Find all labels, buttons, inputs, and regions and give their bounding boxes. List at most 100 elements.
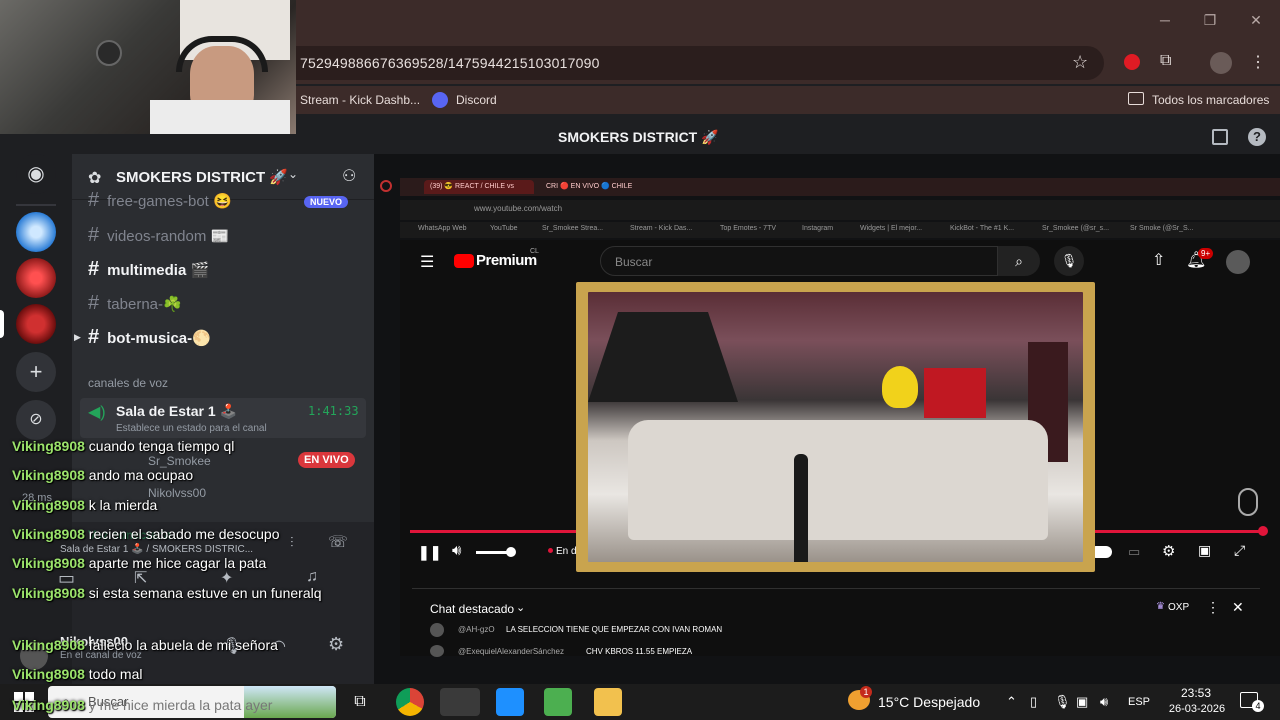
channel-item[interactable]: # free-games-bot 😆 bbox=[88, 190, 232, 214]
extension-icon[interactable] bbox=[1124, 54, 1140, 70]
inner-bookmarks: WhatsApp Web YouTube Sr_Smokee Strea... … bbox=[400, 222, 1280, 238]
profile-avatar[interactable] bbox=[1210, 52, 1232, 74]
channel-item[interactable]: # multimedia 🎬 bbox=[88, 254, 209, 284]
noise-icon[interactable]: ⫶ bbox=[290, 534, 294, 551]
fullscreen-icon[interactable]: ⤢ bbox=[1234, 542, 1245, 559]
progress-handle[interactable] bbox=[1258, 526, 1268, 536]
explore-icon[interactable]: ⊘ bbox=[16, 400, 56, 440]
all-bookmarks[interactable]: Todos los marcadores bbox=[1152, 86, 1269, 114]
chat-user: Viking8908 bbox=[12, 637, 85, 653]
help-icon[interactable]: ? bbox=[1248, 128, 1266, 146]
add-server-icon[interactable]: + bbox=[16, 352, 56, 392]
chat-text: fallecio la abuela de mi señora bbox=[88, 637, 278, 653]
avatar[interactable] bbox=[1226, 250, 1250, 274]
channel-item[interactable]: # taberna-☘️ bbox=[88, 288, 182, 318]
tray-icon[interactable]: ▯ bbox=[1030, 684, 1037, 720]
hood-shape bbox=[588, 312, 738, 402]
avatar bbox=[430, 645, 444, 657]
chat-user: Viking8908 bbox=[12, 697, 85, 713]
subtitles-icon[interactable]: ▭ bbox=[1128, 544, 1140, 560]
minimize-icon[interactable]: ─ bbox=[1155, 10, 1175, 30]
menu-icon[interactable]: ⋮ bbox=[1250, 52, 1266, 72]
inner-tab[interactable]: CRI 🔴 EN VIVO 🔵 CHILE bbox=[540, 180, 650, 194]
new-badge: NUEVO bbox=[304, 196, 349, 208]
volume-icon[interactable]: 🔊︎ bbox=[1100, 684, 1108, 720]
search-icon[interactable]: ⌕ bbox=[998, 246, 1040, 276]
settings-icon[interactable]: ⚙ bbox=[1162, 542, 1175, 560]
address-bar[interactable]: 752949886676369528/1475944215103017090 bbox=[296, 46, 1104, 80]
member-name[interactable]: Sr_Smokee bbox=[148, 454, 211, 468]
server-icon[interactable] bbox=[16, 212, 56, 252]
folder-icon bbox=[1128, 92, 1144, 105]
weather-badge: 1 bbox=[860, 686, 872, 698]
voice-search-icon[interactable]: 🎙︎ bbox=[1054, 246, 1084, 276]
channel-item[interactable]: # bot-musica-🌕 bbox=[88, 322, 211, 352]
obs-icon[interactable] bbox=[440, 688, 480, 716]
live-badge: EN VIVO bbox=[298, 452, 355, 468]
video-content[interactable] bbox=[588, 292, 1083, 562]
bookmarks-bar: Stream - Kick Dashb... Discord Todos los… bbox=[296, 86, 1280, 114]
tray-chevron-icon[interactable]: ⌃ bbox=[1006, 684, 1017, 720]
channel-item[interactable]: # videos-random 📰 bbox=[88, 220, 229, 250]
inner-tab[interactable]: (39) 😎 REACT / CHILE vs bbox=[424, 180, 534, 194]
hamburger-icon[interactable]: ☰ bbox=[420, 252, 434, 272]
voice-category[interactable]: canales de voz bbox=[88, 376, 168, 390]
microphone-icon[interactable]: 🎙︎ bbox=[1054, 684, 1071, 720]
soundboard-icon[interactable]: ♫ bbox=[306, 568, 318, 586]
search-input[interactable]: Buscar bbox=[600, 246, 998, 276]
maximize-icon[interactable]: ❐ bbox=[1200, 10, 1220, 30]
avatar bbox=[430, 623, 444, 637]
voice-timer: 1:41:33 bbox=[308, 404, 359, 418]
bookmark-kick[interactable]: Stream - Kick Dashb... bbox=[300, 86, 420, 114]
chat-user: Viking8908 bbox=[12, 526, 85, 542]
server-smokers[interactable] bbox=[16, 304, 56, 344]
invite-icon[interactable]: ⚇ bbox=[342, 166, 356, 186]
minecraft-icon[interactable] bbox=[544, 688, 572, 716]
task-view-icon[interactable]: ⧉ bbox=[346, 688, 374, 716]
youtube-logo[interactable]: Premium bbox=[476, 252, 537, 269]
server-icon[interactable] bbox=[16, 258, 56, 298]
youtube-logo-icon bbox=[454, 254, 474, 268]
clock-time[interactable]: 23:53 bbox=[1166, 686, 1226, 700]
discord-home-icon[interactable]: ◉ bbox=[16, 154, 56, 194]
inner-bookmark: Stream - Kick Das... bbox=[630, 225, 693, 232]
language[interactable]: ESP bbox=[1128, 684, 1150, 720]
inbox-icon[interactable] bbox=[1212, 129, 1228, 145]
voice-channel[interactable]: ◀) Sala de Estar 1 🕹️ 1:41:33 Establece … bbox=[80, 398, 366, 438]
voice-status: Establece un estado para el canal bbox=[116, 423, 267, 434]
pause-icon[interactable]: ❚❚ bbox=[418, 544, 441, 561]
speaker-icon: ◀) bbox=[88, 404, 106, 421]
extensions-icon[interactable]: ⧉ bbox=[1160, 52, 1180, 72]
discord-icon bbox=[432, 92, 448, 108]
chrome-icon[interactable] bbox=[396, 688, 424, 716]
close-icon[interactable]: ✕ bbox=[1232, 599, 1244, 616]
inner-bookmark: WhatsApp Web bbox=[418, 225, 467, 232]
voice-panel-channel: Sala de Estar 1 🕹️ / SMOKERS DISTRIC... bbox=[60, 544, 254, 555]
disconnect-icon[interactable]: ☏ bbox=[328, 532, 348, 552]
volume-handle[interactable] bbox=[506, 547, 516, 557]
bookmark-discord[interactable]: Discord bbox=[456, 86, 497, 114]
window-title: SMOKERS DISTRICT 🚀 bbox=[558, 129, 719, 145]
volume-slider[interactable] bbox=[476, 551, 508, 554]
close-icon[interactable]: ✕ bbox=[1246, 10, 1266, 30]
settings-icon[interactable]: ⚙ bbox=[328, 634, 344, 655]
inner-bookmark: KickBot - The #1 K... bbox=[950, 225, 1015, 232]
chat-menu-icon[interactable]: ⋮ bbox=[1206, 599, 1220, 616]
clock-date[interactable]: 26-03-2026 bbox=[1162, 703, 1232, 715]
upload-icon[interactable]: ⇧ bbox=[1152, 250, 1165, 270]
volume-icon[interactable]: 🔊︎ bbox=[452, 542, 461, 559]
star-icon[interactable]: ☆ bbox=[1072, 52, 1092, 72]
inner-address-bar: www.youtube.com/watch bbox=[400, 200, 1280, 220]
chat-user: Viking8908 bbox=[12, 666, 85, 682]
chevron-down-icon[interactable]: ⌄ bbox=[516, 601, 525, 614]
weather-label[interactable]: 15°C Despejado bbox=[878, 684, 980, 720]
chat-user: Viking8908 bbox=[12, 585, 85, 601]
file-explorer-icon[interactable] bbox=[594, 688, 622, 716]
chat-line: Viking8908 todo mal bbox=[12, 666, 143, 682]
network-icon[interactable]: ▣ bbox=[1076, 684, 1088, 720]
chat-text: LA SELECCION TIENE QUE EMPEZAR CON IVAN … bbox=[506, 625, 723, 634]
store-icon[interactable] bbox=[496, 688, 524, 716]
miniplayer-icon[interactable]: ▣ bbox=[1198, 542, 1211, 559]
chat-user: Viking8908 bbox=[12, 467, 85, 483]
chat-title[interactable]: Chat destacado bbox=[430, 602, 514, 616]
